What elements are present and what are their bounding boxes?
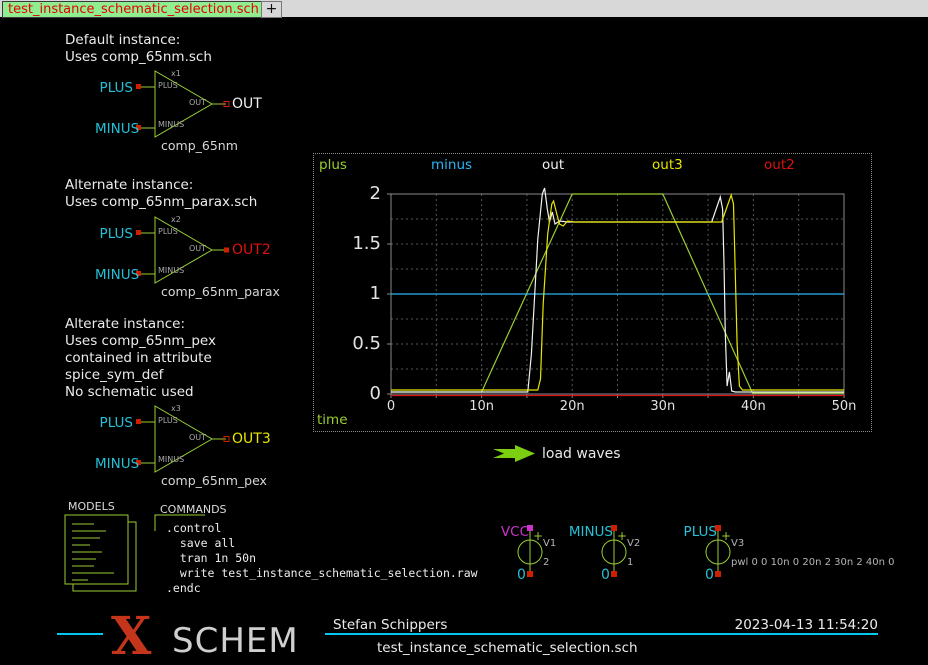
source-value: 2	[543, 557, 549, 568]
xschem-logo-x: X	[111, 606, 151, 665]
net-label-gnd: 0	[517, 567, 526, 583]
net-label-minus: MINUS	[95, 121, 133, 137]
plus-polarity-mark: +	[721, 529, 731, 543]
symbol-name: comp_65nm_parax	[161, 284, 280, 299]
pin-label-out: OUT	[183, 433, 206, 442]
net-label-out: OUT	[232, 96, 262, 112]
comparator-instance-x2[interactable]: PLUS MINUS x2 PLUS MINUS OUT OUT2 comp_6…	[95, 214, 295, 294]
xschem-canvas[interactable]: test_instance_schematic_selection.sch + …	[0, 0, 928, 665]
source-value: 1	[627, 557, 633, 568]
pin-label-plus: PLUS	[158, 81, 178, 90]
pin-label-out: OUT	[183, 98, 206, 107]
symbol-name: comp_65nm	[161, 138, 238, 153]
legend-out: out	[542, 157, 564, 173]
xschem-logo-text: SCHEM	[172, 621, 299, 661]
symbol-name: comp_65nm_pex	[161, 473, 267, 488]
x-tick-label: 40n	[733, 399, 773, 414]
pin-label-plus: PLUS	[158, 227, 178, 236]
x-tick-label: 20n	[552, 399, 592, 414]
load-waves-launcher[interactable]: load waves	[492, 444, 672, 464]
note-default-instance: Default instance: Uses comp_65nm.sch	[65, 32, 212, 66]
x-tick-label: 30n	[643, 399, 683, 414]
pin-square-plus	[136, 84, 141, 89]
net-label-out3: OUT3	[232, 431, 271, 447]
legend-out3: out3	[652, 157, 683, 173]
net-label-plus: PLUS	[95, 226, 133, 242]
pin-label-minus: MINUS	[158, 120, 184, 129]
source-ref: V1	[543, 538, 556, 549]
pin-square-plus	[136, 230, 141, 235]
vsource-v2[interactable]: MINUS + V2 1 0	[599, 524, 629, 582]
title-rule-left	[57, 633, 103, 635]
net-label-gnd: 0	[601, 567, 610, 583]
waveform-graph[interactable]: 00.511.52010n20n30n40n50nplusminusoutout…	[313, 153, 872, 432]
load-waves-label: load waves	[542, 446, 621, 462]
pin-square-plus	[136, 419, 141, 424]
y-tick-label: 1	[370, 283, 381, 304]
instance-ref: x1	[171, 69, 181, 78]
net-label-minus: MINUS	[95, 267, 133, 283]
timestamp: 2023-04-13 11:54:20	[722, 617, 878, 633]
author-name: Stefan Schippers	[333, 617, 447, 633]
comparator-instance-x1[interactable]: PLUS MINUS x1 PLUS MINUS OUT OUT comp_65…	[95, 68, 295, 148]
legend-out2: out2	[764, 157, 795, 173]
net-label-plus: PLUS	[95, 415, 133, 431]
y-tick-label: 0.5	[352, 333, 381, 354]
vsource-v1[interactable]: VCC + V1 2 0	[515, 524, 545, 582]
pin-square-out	[224, 248, 229, 253]
models-label: MODELS	[68, 500, 115, 513]
net-label-minus: MINUS	[95, 456, 133, 472]
net-label-plus: PLUS	[95, 80, 133, 96]
instance-ref: x2	[171, 215, 181, 224]
tab-bar: test_instance_schematic_selection.sch +	[0, 0, 928, 19]
x-axis-title: time	[317, 412, 348, 428]
y-tick-label: 2	[370, 183, 381, 204]
pin-label-minus: MINUS	[158, 266, 184, 275]
waveform-plot	[314, 154, 873, 433]
note-pex-instance: Alterate instance: Uses comp_65nm_pex co…	[65, 316, 216, 401]
x-tick-label: 50n	[824, 399, 864, 414]
spice-commands-text: .control save all tran 1n 50n write test…	[166, 521, 478, 596]
instance-ref: x3	[171, 404, 181, 413]
pin-label-minus: MINUS	[158, 455, 184, 464]
pin-label-plus: PLUS	[158, 416, 178, 425]
net-label-gnd: 0	[705, 567, 714, 583]
tab-current-schematic[interactable]: test_instance_schematic_selection.sch	[2, 1, 265, 18]
launcher-arrow-icon	[492, 444, 540, 464]
source-value: pwl 0 0 10n 0 20n 2 30n 2 40n 0	[731, 557, 895, 568]
vsource-v3[interactable]: PLUS + V3 pwl 0 0 10n 0 20n 2 30n 2 40n …	[703, 524, 733, 582]
net-label-out2: OUT2	[232, 242, 271, 258]
y-tick-label: 1.5	[352, 233, 381, 254]
models-document-icon[interactable]	[64, 514, 139, 594]
source-ref: V3	[731, 538, 744, 549]
new-tab-button[interactable]: +	[261, 1, 282, 18]
note-alternate-instance: Alternate instance: Uses comp_65nm_parax…	[65, 177, 257, 211]
plus-polarity-mark: +	[617, 529, 627, 543]
pin-square-bottom	[715, 571, 721, 577]
x-tick-label: 10n	[462, 399, 502, 414]
x-tick-label: 0	[371, 399, 411, 414]
pin-square-bottom	[611, 571, 617, 577]
plus-polarity-mark: +	[533, 529, 543, 543]
source-ref: V2	[627, 538, 640, 549]
pin-label-out: OUT	[183, 244, 206, 253]
legend-minus: minus	[431, 157, 472, 173]
pin-square-bottom	[527, 571, 533, 577]
title-rule-main	[325, 633, 878, 635]
comparator-instance-x3[interactable]: PLUS MINUS x3 PLUS MINUS OUT OUT3 comp_6…	[95, 403, 295, 483]
legend-plus: plus	[319, 157, 347, 173]
sheet-title: test_instance_schematic_selection.sch	[377, 640, 638, 656]
